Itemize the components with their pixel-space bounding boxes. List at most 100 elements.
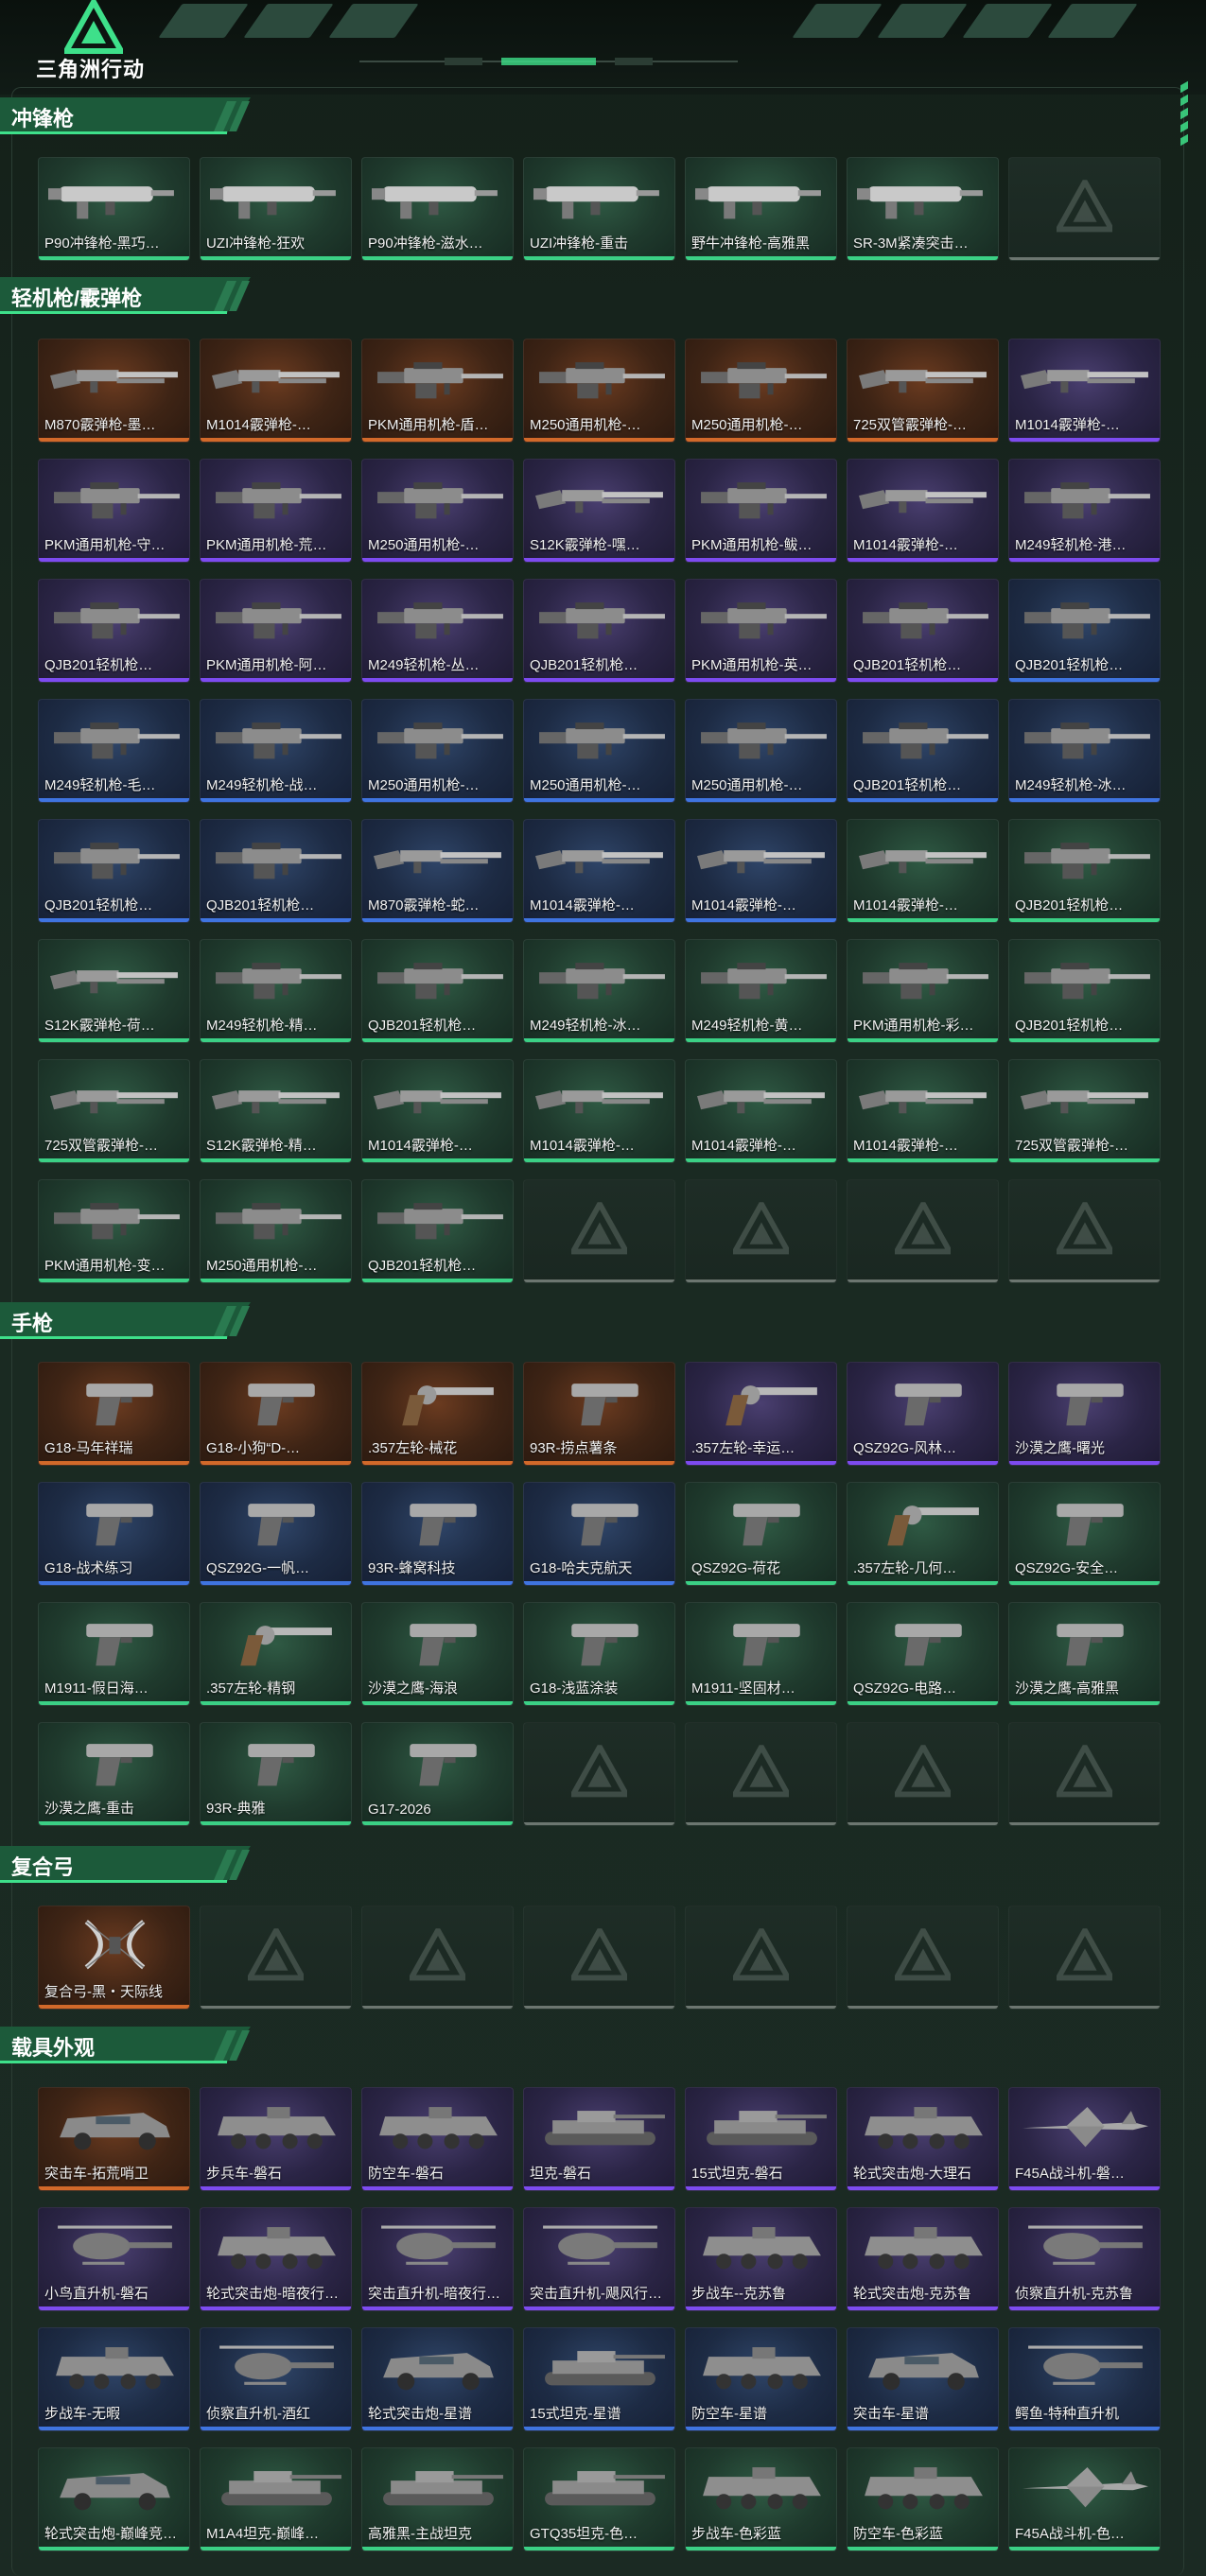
item-card[interactable]: .357左轮-精钢 <box>200 1602 352 1706</box>
item-card[interactable]: M1014霰弹枪-… <box>361 1059 514 1163</box>
item-card[interactable]: 93R-典雅 <box>200 1722 352 1826</box>
item-card[interactable]: M1014霰弹枪-… <box>523 1059 675 1163</box>
item-card[interactable]: G18-小狗“D-… <box>200 1362 352 1466</box>
item-card[interactable]: 步战车--克苏鲁 <box>685 2207 837 2311</box>
item-card[interactable]: QSZ92G-一帆… <box>200 1482 352 1586</box>
item-card[interactable]: M1014霰弹枪-… <box>523 819 675 923</box>
item-card[interactable]: F45A战斗机-色… <box>1008 2447 1161 2551</box>
item-card[interactable]: PKM通用机枪-盾… <box>361 339 514 443</box>
item-card[interactable]: 步战车-无暇 <box>38 2327 190 2431</box>
item-card[interactable]: M1014霰弹枪-… <box>847 819 999 923</box>
item-card[interactable]: QJB201轻机枪… <box>847 699 999 803</box>
item-card[interactable]: M1014霰弹枪-… <box>685 819 837 923</box>
item-card[interactable]: QJB201轻机枪… <box>361 939 514 1043</box>
item-card[interactable]: 93R-蜂窝科技 <box>361 1482 514 1586</box>
item-card[interactable]: PKM通用机枪-变… <box>38 1179 190 1283</box>
item-card[interactable]: 沙漠之鹰-海浪 <box>361 1602 514 1706</box>
item-card[interactable]: QJB201轻机枪… <box>523 579 675 683</box>
item-card[interactable]: P90冲锋枪-黑巧… <box>38 157 190 261</box>
item-card[interactable]: M1911-假日海… <box>38 1602 190 1706</box>
item-card[interactable]: 野牛冲锋枪-高雅黑 <box>685 157 837 261</box>
item-card[interactable]: M249轻机枪-丛… <box>361 579 514 683</box>
item-card[interactable]: M870霰弹枪-蛇… <box>361 819 514 923</box>
item-card[interactable]: M249轻机枪-冰… <box>1008 699 1161 803</box>
item-card[interactable]: QSZ92G-安全… <box>1008 1482 1161 1586</box>
item-card[interactable]: 轮式突击炮-克苏鲁 <box>847 2207 999 2311</box>
item-card[interactable]: M1014霰弹枪-… <box>685 1059 837 1163</box>
item-card[interactable]: 725双管霰弹枪-… <box>847 339 999 443</box>
item-card[interactable]: M250通用机枪-… <box>685 339 837 443</box>
item-card[interactable]: QJB201轻机枪… <box>38 579 190 683</box>
item-card[interactable]: 鳄鱼-特种直升机 <box>1008 2327 1161 2431</box>
item-card[interactable]: PKM通用机枪-阿… <box>200 579 352 683</box>
item-card[interactable]: M870霰弹枪-墨… <box>38 339 190 443</box>
item-card[interactable]: 轮式突击炮-巅峰竞… <box>38 2447 190 2551</box>
item-card[interactable]: G17-2026 <box>361 1722 514 1826</box>
item-card[interactable]: 突击直升机-暗夜行… <box>361 2207 514 2311</box>
item-card[interactable]: .357左轮-几何… <box>847 1482 999 1586</box>
item-card[interactable]: M1A4坦克-巅峰… <box>200 2447 352 2551</box>
item-card[interactable]: 725双管霰弹枪-… <box>1008 1059 1161 1163</box>
item-card[interactable]: QJB201轻机枪… <box>1008 819 1161 923</box>
item-card[interactable]: PKM通用机枪-荒… <box>200 459 352 563</box>
item-card[interactable]: QSZ92G-荷花 <box>685 1482 837 1586</box>
item-card[interactable]: 防空车-星谱 <box>685 2327 837 2431</box>
item-card[interactable]: 沙漠之鹰-高雅黑 <box>1008 1602 1161 1706</box>
item-card[interactable]: QJB201轻机枪… <box>38 819 190 923</box>
item-card[interactable]: P90冲锋枪-滋水… <box>361 157 514 261</box>
item-card[interactable]: G18-浅蓝涂装 <box>523 1602 675 1706</box>
item-card[interactable]: M250通用机枪-… <box>523 339 675 443</box>
item-card[interactable]: PKM通用机枪-英… <box>685 579 837 683</box>
item-card[interactable]: M1014霰弹枪-… <box>847 1059 999 1163</box>
item-card[interactable]: M249轻机枪-港… <box>1008 459 1161 563</box>
item-card[interactable]: M1911-坚固材… <box>685 1602 837 1706</box>
item-card[interactable]: M249轻机枪-战… <box>200 699 352 803</box>
item-card[interactable]: UZI冲锋枪-狂欢 <box>200 157 352 261</box>
item-card[interactable]: PKM通用机枪-守… <box>38 459 190 563</box>
item-card[interactable]: QJB201轻机枪… <box>1008 939 1161 1043</box>
item-card[interactable]: S12K霰弹枪-精… <box>200 1059 352 1163</box>
item-card[interactable]: .357左轮-幸运… <box>685 1362 837 1466</box>
item-card[interactable]: SR-3M紧凑突击… <box>847 157 999 261</box>
item-card[interactable]: 复合弓-黑・天际线 <box>38 1906 190 2010</box>
item-card[interactable]: QJB201轻机枪… <box>1008 579 1161 683</box>
item-card[interactable]: G18-战术练习 <box>38 1482 190 1586</box>
item-card[interactable]: 防空车-色彩蓝 <box>847 2447 999 2551</box>
item-card[interactable]: GTQ35坦克-色… <box>523 2447 675 2551</box>
item-card[interactable]: 突击车-星谱 <box>847 2327 999 2431</box>
item-card[interactable]: QJB201轻机枪… <box>200 819 352 923</box>
item-card[interactable]: 突击直升机-飓风行… <box>523 2207 675 2311</box>
item-card[interactable]: 沙漠之鹰-重击 <box>38 1722 190 1826</box>
item-card[interactable]: UZI冲锋枪-重击 <box>523 157 675 261</box>
item-card[interactable]: QJB201轻机枪… <box>847 579 999 683</box>
item-card[interactable]: 步兵车-磐石 <box>200 2087 352 2191</box>
item-card[interactable]: 轮式突击炮-大理石 <box>847 2087 999 2191</box>
item-card[interactable]: S12K霰弹枪-嘿… <box>523 459 675 563</box>
item-card[interactable]: 15式坦克-星谱 <box>523 2327 675 2431</box>
item-card[interactable]: 步战车-色彩蓝 <box>685 2447 837 2551</box>
item-card[interactable]: QSZ92G-电路… <box>847 1602 999 1706</box>
item-card[interactable]: M249轻机枪-精… <box>200 939 352 1043</box>
item-card[interactable]: F45A战斗机-磐… <box>1008 2087 1161 2191</box>
item-card[interactable]: S12K霰弹枪-荷… <box>38 939 190 1043</box>
item-card[interactable]: QJB201轻机枪… <box>361 1179 514 1283</box>
item-card[interactable]: 93R-捞点薯条 <box>523 1362 675 1466</box>
item-card[interactable]: M250通用机枪-… <box>685 699 837 803</box>
item-card[interactable]: 15式坦克-磐石 <box>685 2087 837 2191</box>
item-card[interactable]: 沙漠之鹰-曙光 <box>1008 1362 1161 1466</box>
item-card[interactable]: QSZ92G-风林… <box>847 1362 999 1466</box>
item-card[interactable]: M1014霰弹枪-… <box>1008 339 1161 443</box>
item-card[interactable]: M249轻机枪-毛… <box>38 699 190 803</box>
item-card[interactable]: M249轻机枪-黄… <box>685 939 837 1043</box>
item-card[interactable]: G18-哈夫克航天 <box>523 1482 675 1586</box>
item-card[interactable]: PKM通用机枪-鲅… <box>685 459 837 563</box>
item-card[interactable]: 侦察直升机-酒红 <box>200 2327 352 2431</box>
item-card[interactable]: M249轻机枪-冰… <box>523 939 675 1043</box>
item-card[interactable]: 轮式突击炮-暗夜行… <box>200 2207 352 2311</box>
item-card[interactable]: 突击车-拓荒哨卫 <box>38 2087 190 2191</box>
item-card[interactable]: M250通用机枪-… <box>523 699 675 803</box>
item-card[interactable]: 小鸟直升机-磐石 <box>38 2207 190 2311</box>
item-card[interactable]: M250通用机枪-… <box>361 459 514 563</box>
item-card[interactable]: 轮式突击炮-星谱 <box>361 2327 514 2431</box>
item-card[interactable]: 高雅黑-主战坦克 <box>361 2447 514 2551</box>
